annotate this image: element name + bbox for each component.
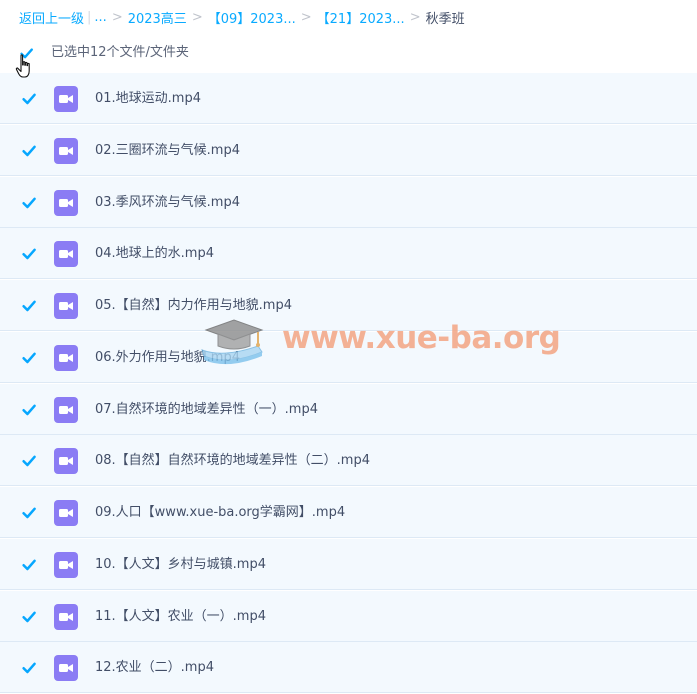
file-name[interactable]: 05.【自然】内力作用与地貌.mp4 [95, 280, 292, 331]
file-checkbox[interactable] [21, 350, 37, 366]
checkmark-icon [22, 352, 36, 363]
video-file-icon [54, 86, 78, 112]
video-file-icon [54, 500, 78, 526]
file-checkbox[interactable] [21, 143, 37, 159]
breadcrumb-ellipsis[interactable]: ... [94, 10, 106, 25]
checkmark-icon [22, 404, 36, 415]
file-row[interactable]: 05.【自然】内力作用与地貌.mp4 [0, 280, 697, 331]
video-file-icon [54, 344, 78, 371]
checkmark-icon [22, 145, 36, 156]
file-row[interactable]: 10.【人文】乡村与城镇.mp4 [0, 538, 697, 590]
file-name[interactable]: 09.人口【www.xue-ba.org学霸网】.mp4 [95, 487, 345, 538]
file-row[interactable]: 01.地球运动.mp4 [0, 73, 697, 124]
video-file-icon [54, 603, 78, 630]
back-link[interactable]: 返回上一级 [19, 8, 84, 27]
checkmark-icon [22, 455, 36, 467]
file-name[interactable]: 08.【自然】自然环境的地域差异性（二）.mp4 [95, 435, 370, 486]
video-file-icon [54, 189, 78, 216]
checkmark-icon [22, 197, 36, 208]
breadcrumb-item-09[interactable]: 【09】2023... [208, 8, 296, 27]
selection-count-label: 已选中12个文件/文件夹 [51, 45, 189, 60]
file-row[interactable]: 12.农业（二）.mp4 [0, 642, 697, 694]
breadcrumb-current: 秋季班 [425, 11, 465, 27]
breadcrumb-item-21[interactable]: 【21】2023... [317, 8, 405, 27]
file-checkbox[interactable] [21, 609, 37, 625]
file-name[interactable]: 10.【人文】乡村与城镇.mp4 [95, 539, 266, 590]
breadcrumb-chevron-icon: > [111, 9, 123, 25]
video-file-icon [54, 655, 78, 682]
video-file-icon [54, 551, 78, 578]
checkmark-icon [22, 507, 36, 519]
file-name[interactable]: 02.三圈环流与气候.mp4 [95, 125, 240, 176]
breadcrumb-chevron-icon: > [191, 9, 203, 25]
file-checkbox[interactable] [21, 195, 37, 211]
file-checkbox[interactable] [21, 402, 37, 418]
checkmark-icon [22, 300, 36, 312]
breadcrumb: 返回上一级 | ... > 2023高三 > 【09】2023... > 【21… [19, 0, 465, 34]
hand-pointer-cursor-icon [15, 54, 30, 78]
file-name[interactable]: 06.外力作用与地貌.mp4 [95, 332, 240, 383]
file-row[interactable]: 09.人口【www.xue-ba.org学霸网】.mp4 [0, 487, 697, 538]
breadcrumb-divider: | [87, 9, 92, 25]
video-file-icon [54, 448, 78, 475]
file-checkbox[interactable] [21, 298, 37, 314]
file-name[interactable]: 07.自然环境的地域差异性（一）.mp4 [95, 384, 318, 435]
file-checkbox[interactable] [21, 557, 37, 573]
video-file-icon [54, 293, 78, 319]
file-list: 01.地球运动.mp4 02.三圈环流与气候.mp4 03.季风环流与气候.mp4 0… [0, 73, 697, 694]
checkmark-icon [22, 662, 36, 674]
file-checkbox[interactable] [21, 246, 37, 262]
file-checkbox[interactable] [21, 91, 37, 107]
file-row[interactable]: 08.【自然】自然环境的地域差异性（二）.mp4 [0, 435, 697, 487]
breadcrumb-chevron-icon: > [409, 9, 421, 25]
file-name[interactable]: 01.地球运动.mp4 [95, 73, 201, 124]
file-name[interactable]: 12.农业（二）.mp4 [95, 642, 214, 693]
checkmark-icon [22, 93, 36, 105]
file-name[interactable]: 04.地球上的水.mp4 [95, 228, 214, 279]
file-row[interactable]: 04.地球上的水.mp4 [0, 228, 697, 280]
file-row[interactable]: 03.季风环流与气候.mp4 [0, 176, 697, 228]
file-row[interactable]: 02.三圈环流与气候.mp4 [0, 124, 697, 176]
file-name[interactable]: 11.【人文】农业（一）.mp4 [95, 591, 266, 642]
file-checkbox[interactable] [21, 660, 37, 676]
video-file-icon [54, 137, 78, 164]
file-checkbox[interactable] [21, 453, 37, 469]
checkmark-icon [22, 611, 36, 622]
file-row[interactable]: 11.【人文】农业（一）.mp4 [0, 590, 697, 642]
breadcrumb-item-2023[interactable]: 2023高三 [128, 8, 187, 27]
file-row[interactable]: 06.外力作用与地貌.mp4 [0, 331, 697, 383]
file-row[interactable]: 07.自然环境的地域差异性（一）.mp4 [0, 383, 697, 435]
breadcrumb-chevron-icon: > [300, 9, 312, 25]
video-file-icon [54, 241, 78, 268]
checkmark-icon [22, 559, 36, 570]
video-file-icon [54, 396, 78, 423]
checkmark-icon [22, 248, 36, 260]
selection-bar: 已选中12个文件/文件夹 [0, 34, 697, 72]
file-checkbox[interactable] [21, 505, 37, 521]
file-name[interactable]: 03.季风环流与气候.mp4 [95, 177, 240, 228]
